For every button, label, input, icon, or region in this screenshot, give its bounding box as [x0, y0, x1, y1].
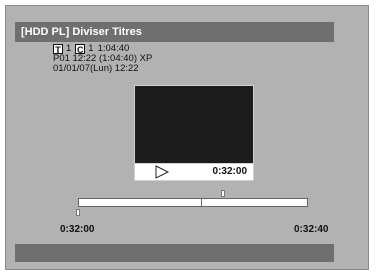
- split-point-marker[interactable]: [221, 190, 225, 197]
- start-marker[interactable]: [76, 209, 80, 216]
- split-title-screen: [HDD PL] Diviser Titres T 1 C 1 1:04:40 P01 …: [5, 5, 369, 270]
- split-line: [201, 198, 202, 207]
- bottom-bar: [15, 244, 334, 262]
- title-info: T 1 C 1 1:04:40 P01 12:22 (1:04:40) XP 01/01…: [53, 44, 152, 74]
- timeline-track[interactable]: [78, 198, 308, 207]
- video-preview: [134, 85, 254, 164]
- play-icon[interactable]: [154, 165, 170, 179]
- screen-title: [HDD PL] Diviser Titres: [15, 22, 334, 42]
- current-time: 0:32:00: [212, 166, 247, 177]
- range-end-time: 0:32:40: [294, 224, 329, 235]
- range-start-time: 0:32:00: [60, 224, 95, 235]
- date-info: 01/01/07(Lun) 12:22: [53, 63, 139, 74]
- playback-strip: 0:32:00: [134, 164, 254, 181]
